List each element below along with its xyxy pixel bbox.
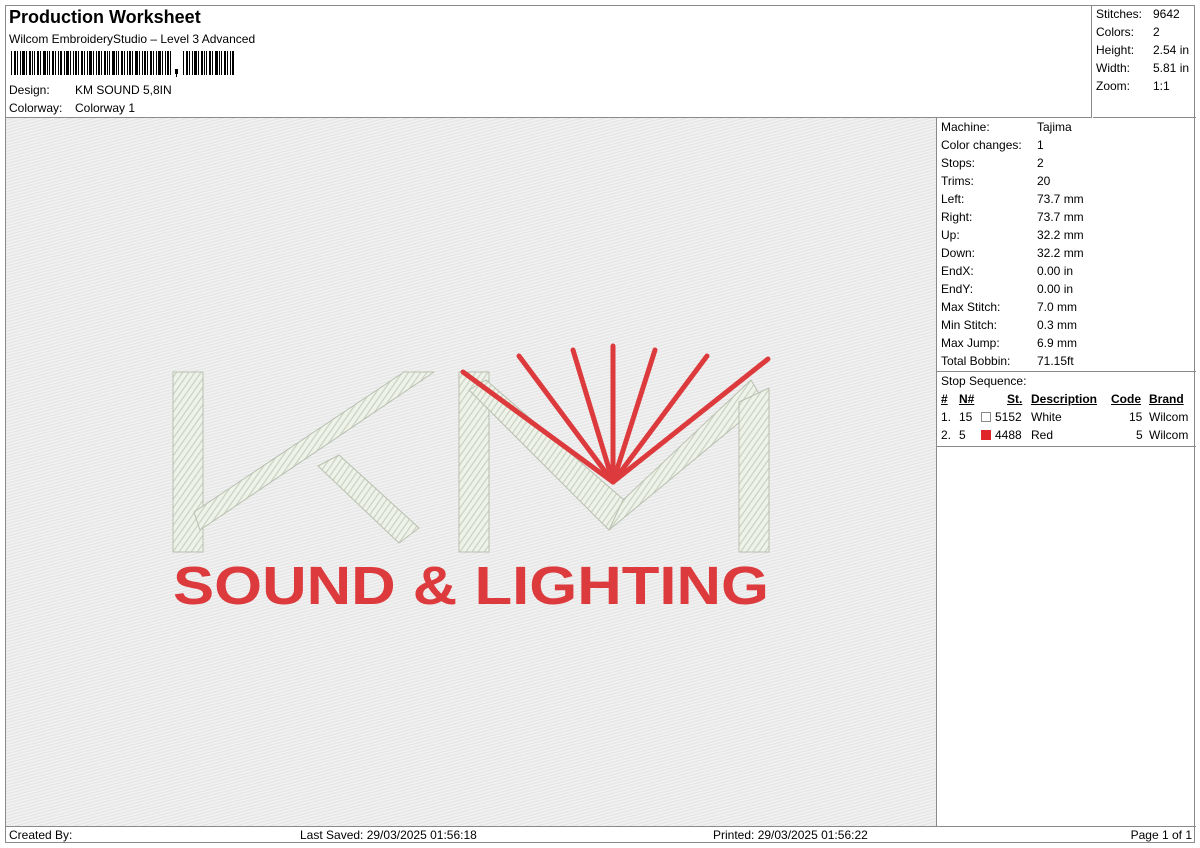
width-value: 5.81 in — [1153, 61, 1190, 75]
printed-date: Printed: 29/03/2025 01:56:22 — [713, 828, 868, 842]
endx-value: 0.00 in — [1037, 264, 1074, 278]
total-bobbin-value: 71.15ft — [1037, 354, 1074, 368]
thread-description: White — [1031, 410, 1062, 424]
colorway-row: Colorway: Colorway 1 — [9, 101, 135, 115]
thread-brand: Wilcom — [1149, 410, 1189, 424]
thread-description: Red — [1031, 428, 1054, 442]
color-changes-value: 1 — [1037, 138, 1044, 152]
stops-label: Stops: — [941, 156, 976, 170]
max-stitch-value: 7.0 mm — [1037, 300, 1078, 314]
last-saved: Last Saved: 29/03/2025 01:56:18 — [300, 828, 477, 842]
stop-sequence-table: Stop Sequence: # N# St. Description Code… — [937, 371, 1196, 447]
needle-number: 15 — [959, 410, 973, 424]
up-label: Up: — [941, 228, 960, 242]
needle-number: 5 — [959, 428, 966, 442]
down-label: Down: — [941, 246, 976, 260]
colors-value: 2 — [1153, 25, 1160, 39]
stitch-count: 4488 — [995, 428, 1022, 442]
design-summary: Stitches: 9642 Colors: 2 Height: 2.54 in Wi… — [1093, 6, 1196, 118]
zoom-label: Zoom: — [1096, 79, 1131, 93]
endx-label: EndX: — [941, 264, 974, 278]
colorway-value: Colorway 1 — [75, 101, 136, 115]
col-header-brand: Brand — [1149, 392, 1184, 406]
color-swatch-red — [981, 430, 991, 440]
col-header-needle: N# — [959, 392, 975, 406]
thread-brand: Wilcom — [1149, 428, 1189, 442]
design-preview-canvas: SOUND & LIGHTING — [6, 118, 937, 826]
right-value: 73.7 mm — [1037, 210, 1084, 224]
production-worksheet: Production Worksheet Wilcom EmbroiderySt… — [5, 5, 1196, 844]
row-number: 2. — [941, 428, 952, 442]
endy-value: 0.00 in — [1037, 282, 1074, 296]
design-label: Design: — [9, 83, 50, 97]
page-number: Page 1 of 1 — [1130, 828, 1192, 842]
trims-value: 20 — [1037, 174, 1051, 188]
max-jump-value: 6.9 mm — [1037, 336, 1078, 350]
left-label: Left: — [941, 192, 965, 206]
embroidery-design-preview: SOUND & LIGHTING — [172, 343, 771, 616]
worksheet-header: Production Worksheet Wilcom EmbroiderySt… — [6, 6, 1092, 118]
endy-label: EndY: — [941, 282, 974, 296]
stops-value: 2 — [1037, 156, 1044, 170]
stop-sequence-title: Stop Sequence: — [941, 374, 1027, 388]
down-value: 32.2 mm — [1037, 246, 1084, 260]
thread-code: 5 — [1136, 428, 1143, 442]
stitch-count: 5152 — [995, 410, 1022, 424]
height-label: Height: — [1096, 43, 1135, 57]
stitches-value: 9642 — [1153, 7, 1180, 21]
design-row: Design: KM SOUND 5,8IN — [9, 83, 172, 97]
col-header-code: Code — [1111, 392, 1141, 406]
left-value: 73.7 mm — [1037, 192, 1084, 206]
created-by: Created By: — [9, 828, 73, 842]
logo-text: SOUND & LIGHTING — [173, 556, 769, 616]
col-header-stitches: St. — [1007, 392, 1023, 406]
machine-info-panel: Machine: Tajima Color changes: 1 Stops: 2 T… — [937, 118, 1196, 826]
zoom-value: 1:1 — [1153, 79, 1170, 93]
colors-label: Colors: — [1096, 25, 1135, 39]
machine-value: Tajima — [1037, 120, 1072, 134]
colorway-label: Colorway: — [9, 101, 63, 115]
km-logo-mark — [172, 371, 770, 553]
page-title: Production Worksheet — [9, 7, 201, 27]
trims-label: Trims: — [941, 174, 974, 188]
max-jump-label: Max Jump: — [941, 336, 1000, 350]
machine-label: Machine: — [941, 120, 990, 134]
row-number: 1. — [941, 410, 952, 424]
total-bobbin-label: Total Bobbin: — [941, 354, 1011, 368]
col-header-description: Description — [1031, 392, 1098, 406]
max-stitch-label: Max Stitch: — [941, 300, 1001, 314]
stitches-label: Stitches: — [1096, 7, 1143, 21]
min-stitch-label: Min Stitch: — [941, 318, 998, 332]
design-value: KM SOUND 5,8IN — [75, 83, 172, 97]
barcode-image — [11, 51, 234, 77]
width-label: Width: — [1096, 61, 1131, 75]
worksheet-footer: Created By: Last Saved: 29/03/2025 01:56… — [6, 826, 1196, 844]
height-value: 2.54 in — [1153, 43, 1190, 57]
right-label: Right: — [941, 210, 973, 224]
min-stitch-value: 0.3 mm — [1037, 318, 1078, 332]
color-changes-label: Color changes: — [941, 138, 1022, 152]
software-subtitle: Wilcom EmbroideryStudio – Level 3 Advanc… — [9, 32, 256, 46]
thread-code: 15 — [1129, 410, 1143, 424]
color-swatch-white — [981, 412, 991, 422]
up-value: 32.2 mm — [1037, 228, 1084, 242]
col-header-num: # — [941, 392, 948, 406]
